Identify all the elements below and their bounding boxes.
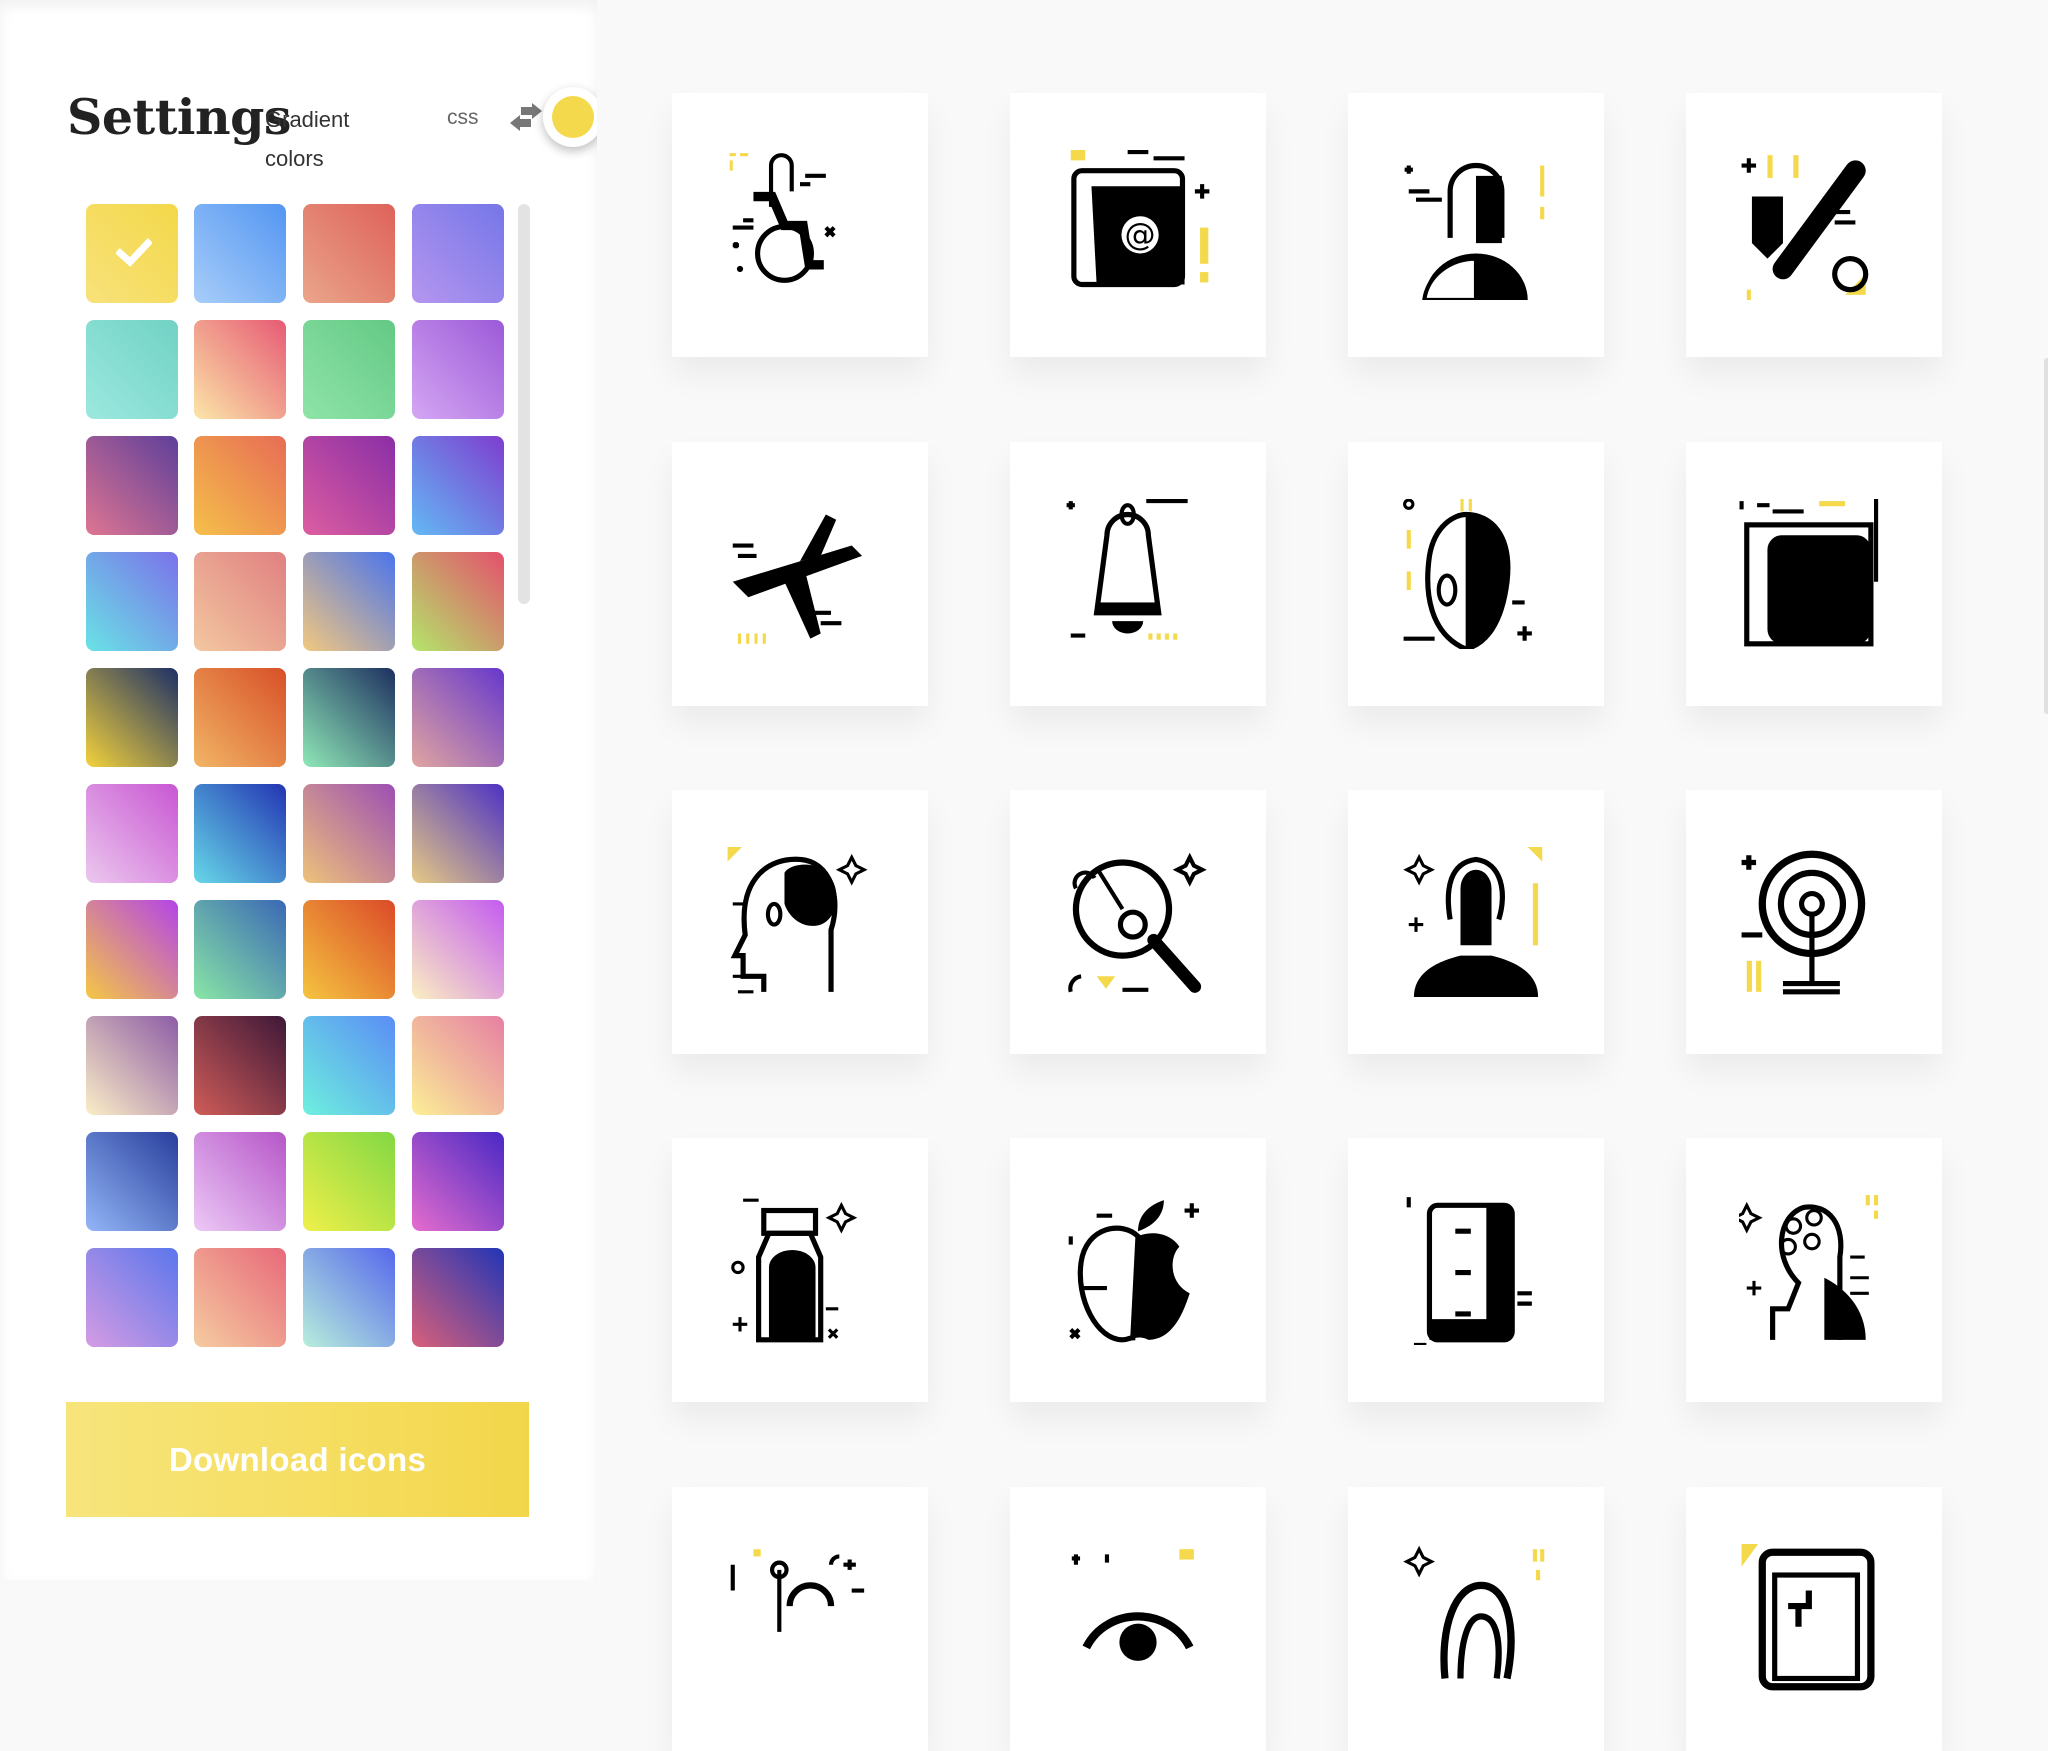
- gradient-swatch[interactable]: [412, 668, 504, 767]
- settings-sidebar: Settings Gradient colors css Download ic…: [0, 0, 597, 1580]
- browser-window-icon: [1741, 1544, 1875, 1691]
- icon-card[interactable]: [1348, 1487, 1604, 1751]
- pen-tool-icon: [1741, 155, 1869, 300]
- icon-card[interactable]: [1686, 442, 1942, 706]
- ear-icon: [1403, 1545, 1545, 1680]
- gradient-swatch[interactable]: [303, 204, 395, 303]
- man-portrait-icon: [1404, 162, 1545, 300]
- icon-card[interactable]: [672, 442, 928, 706]
- wheelchair-icon: [729, 153, 836, 283]
- jar-icon: [731, 1198, 858, 1343]
- checkmark-icon: [116, 238, 152, 267]
- swatch-scrollbar[interactable]: [518, 204, 530, 604]
- icon-card[interactable]: [672, 93, 928, 357]
- icon-card[interactable]: [1686, 93, 1942, 357]
- address-book-icon: @: [1070, 150, 1210, 288]
- icon-card[interactable]: [1348, 93, 1604, 357]
- gradient-swatch[interactable]: [194, 1016, 286, 1115]
- gradient-swatch[interactable]: [86, 1132, 178, 1231]
- icon-card[interactable]: [1686, 1487, 1942, 1751]
- brain-head-icon: [727, 847, 868, 994]
- icon-card[interactable]: [1686, 790, 1942, 1054]
- gradient-swatch[interactable]: [194, 552, 286, 651]
- gradient-swatch[interactable]: [303, 900, 395, 999]
- gradient-swatch[interactable]: [86, 1248, 178, 1347]
- icon-card[interactable]: [1010, 790, 1266, 1054]
- gradient-swatch[interactable]: [412, 204, 504, 303]
- gradient-swatch[interactable]: [194, 1132, 286, 1231]
- gradient-swatch[interactable]: [86, 436, 178, 535]
- data-search-icon: [1068, 852, 1207, 993]
- gradient-swatch[interactable]: [86, 1016, 178, 1115]
- settings-title: Settings: [67, 88, 291, 146]
- swap-arrows-icon[interactable]: [508, 103, 544, 135]
- gradient-swatch[interactable]: [303, 436, 395, 535]
- gradient-swatch[interactable]: [412, 1016, 504, 1115]
- gradient-swatch[interactable]: [303, 668, 395, 767]
- airplane-icon: [732, 514, 863, 644]
- gradient-swatch[interactable]: [412, 320, 504, 419]
- icon-grid: @: [597, 0, 2048, 1751]
- icon-card[interactable]: @: [1010, 93, 1266, 357]
- page-scrollbar[interactable]: [2044, 358, 2048, 714]
- gradient-swatch[interactable]: [412, 1248, 504, 1347]
- icon-card[interactable]: [1686, 1138, 1942, 1402]
- icon-card[interactable]: [1010, 1138, 1266, 1402]
- filing-cabinet-icon: [1406, 1197, 1532, 1345]
- svg-text:@: @: [1125, 217, 1156, 253]
- signal-antenna-icon: [1741, 850, 1866, 995]
- folder-icon: [1739, 499, 1879, 647]
- gradient-swatch[interactable]: [412, 900, 504, 999]
- gradient-swatch[interactable]: [194, 900, 286, 999]
- gradient-swatch[interactable]: [86, 204, 178, 303]
- apple-icon: [1068, 1200, 1200, 1343]
- eye-icon: [1071, 1549, 1194, 1661]
- gradient-swatch[interactable]: [86, 900, 178, 999]
- gradient-swatch[interactable]: [194, 1248, 286, 1347]
- gradient-swatch[interactable]: [86, 668, 178, 767]
- icon-card[interactable]: [672, 1487, 928, 1751]
- alien-icon: [1403, 499, 1532, 649]
- bell-icon: [1066, 499, 1188, 640]
- css-toggle-label[interactable]: css: [447, 106, 479, 130]
- gradient-swatch[interactable]: [194, 204, 286, 303]
- selected-color-picker[interactable]: [543, 87, 597, 147]
- gradient-swatch[interactable]: [194, 668, 286, 767]
- icon-card[interactable]: [672, 1138, 928, 1402]
- gradient-swatch[interactable]: [303, 1248, 395, 1347]
- gradient-swatch[interactable]: [412, 784, 504, 883]
- gradient-swatch[interactable]: [194, 784, 286, 883]
- icon-card[interactable]: [1010, 442, 1266, 706]
- hearing-person-icon: [1403, 847, 1543, 997]
- selected-color-swatch: [552, 96, 594, 138]
- gradient-swatch[interactable]: [303, 320, 395, 419]
- gradient-swatch[interactable]: [412, 436, 504, 535]
- icon-card[interactable]: [1348, 442, 1604, 706]
- gradient-swatch[interactable]: [303, 1016, 395, 1115]
- gradient-swatch[interactable]: [303, 552, 395, 651]
- ai-head-icon: [1739, 1195, 1879, 1340]
- gradient-colors-label: Gradient colors: [265, 107, 350, 171]
- gradient-swatch[interactable]: [86, 784, 178, 883]
- gradient-swatch[interactable]: [86, 320, 178, 419]
- gradient-swatch[interactable]: [412, 552, 504, 651]
- gradient-swatch[interactable]: [303, 784, 395, 883]
- gradient-swatch[interactable]: [194, 320, 286, 419]
- icon-card[interactable]: [1010, 1487, 1266, 1751]
- gradient-swatch[interactable]: [194, 436, 286, 535]
- icon-card[interactable]: [672, 790, 928, 1054]
- download-icons-button[interactable]: Download icons: [66, 1402, 529, 1517]
- gradient-swatch[interactable]: [303, 1132, 395, 1231]
- network-icon: [730, 1549, 865, 1632]
- icon-card[interactable]: [1348, 1138, 1604, 1402]
- icon-card[interactable]: [1348, 790, 1604, 1054]
- gradient-swatch[interactable]: [412, 1132, 504, 1231]
- gradient-swatch[interactable]: [86, 552, 178, 651]
